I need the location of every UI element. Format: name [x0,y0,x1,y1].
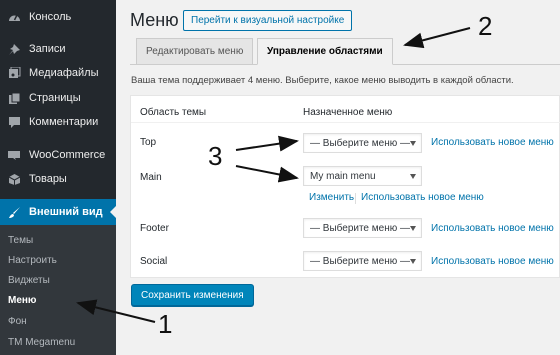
annotation-arrow-1 [76,299,156,323]
annotation-arrow-3a [235,135,299,152]
annotation-arrow-2 [403,27,471,49]
annotation-arrows [76,27,471,323]
annotation-number-3: 3 [208,141,223,171]
annotation-number-2: 2 [478,11,493,41]
annotation-number-1: 1 [158,309,173,339]
annotation-arrow-3b [235,165,299,183]
